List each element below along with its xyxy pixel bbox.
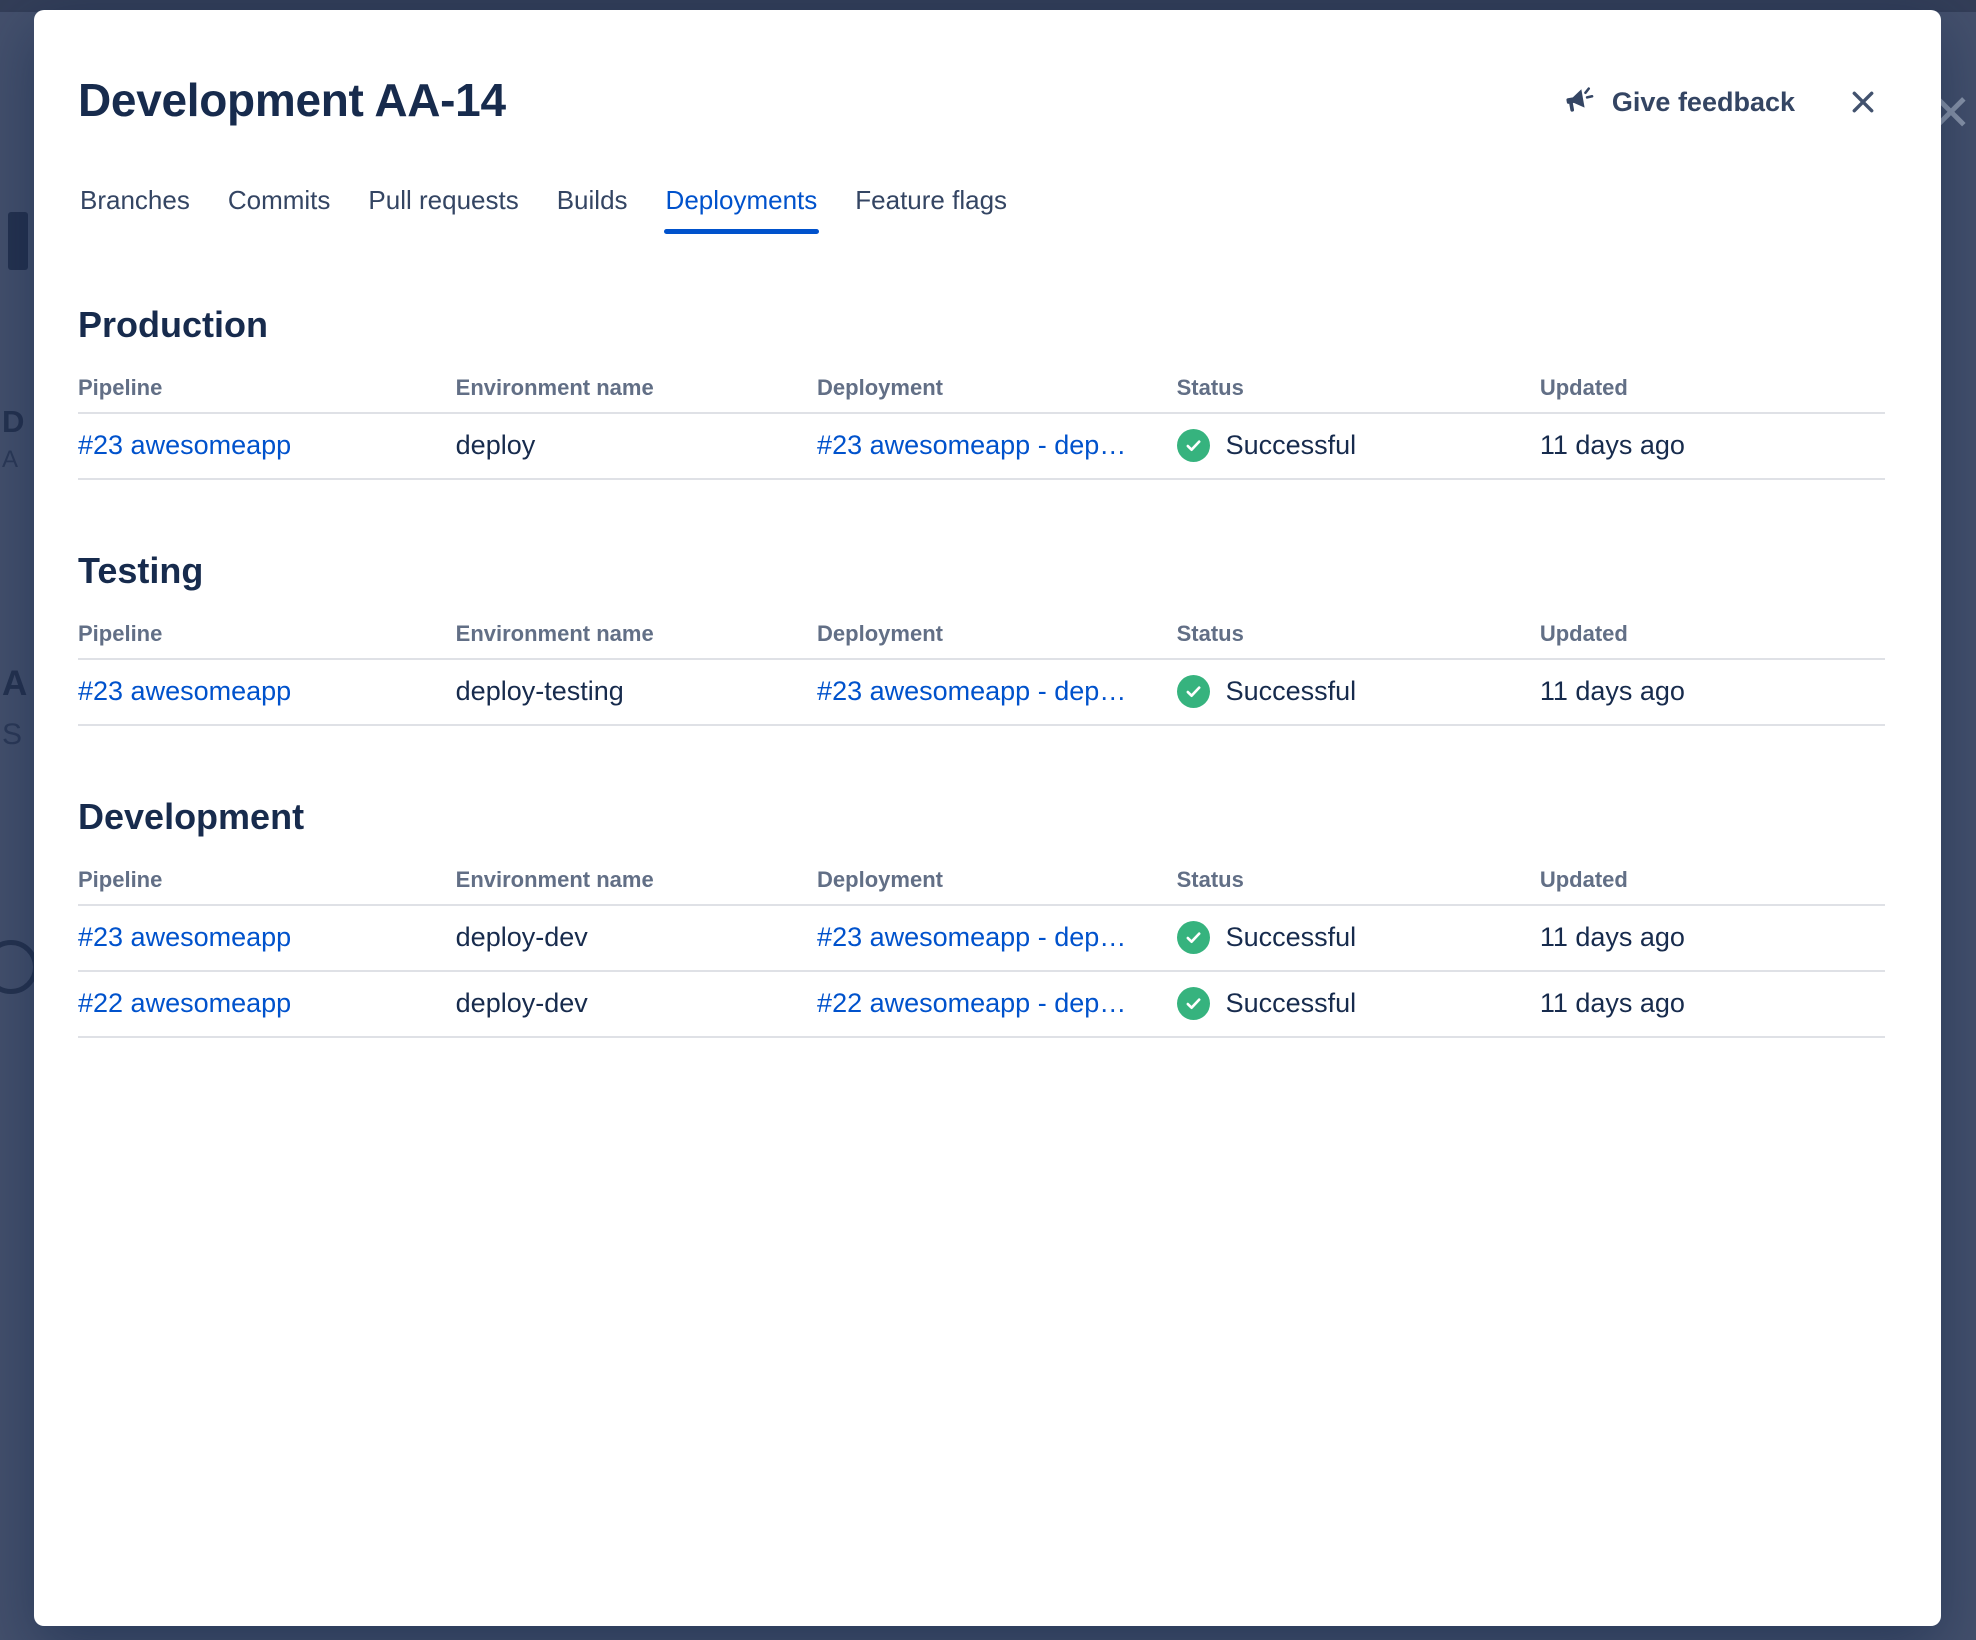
table-row: #23 awesomeapp deploy #23 awesomeapp - d… <box>78 414 1885 480</box>
close-button[interactable] <box>1841 80 1885 124</box>
deployment-link[interactable]: #23 awesomeapp - dep… <box>817 430 1127 462</box>
column-header-deployment: Deployment <box>817 620 943 646</box>
dialog-tabs: Branches Commits Pull requests Builds De… <box>78 185 1885 234</box>
background-page-fragment <box>8 212 28 270</box>
close-icon <box>1852 91 1874 113</box>
status-cell: Successful <box>1176 921 1540 955</box>
updated-value: 11 days ago <box>1539 430 1685 461</box>
pipeline-link[interactable]: #22 awesomeapp <box>78 988 291 1018</box>
table-header-row: Pipeline Environment name Deployment Sta… <box>78 364 1885 414</box>
updated-value: 11 days ago <box>1539 676 1685 707</box>
status-cell: Successful <box>1176 675 1540 709</box>
status-cell: Successful <box>1176 429 1540 463</box>
status-label: Successful <box>1225 430 1357 461</box>
background-avatar-fragment <box>0 940 38 994</box>
tab-branches[interactable]: Branches <box>78 185 192 234</box>
section-development: Development Pipeline Environment name De… <box>78 796 1885 1038</box>
column-header-status: Status <box>1176 620 1244 646</box>
deployment-link[interactable]: #23 awesomeapp - dep… <box>817 922 1127 954</box>
column-header-deployment: Deployment <box>817 374 943 400</box>
section-production: Production Pipeline Environment name Dep… <box>78 304 1885 480</box>
success-check-icon <box>1176 921 1210 955</box>
give-feedback-label: Give feedback <box>1611 86 1795 117</box>
tab-deployments[interactable]: Deployments <box>663 185 820 234</box>
column-header-updated: Updated <box>1539 374 1628 400</box>
section-title: Production <box>78 303 268 345</box>
updated-value: 11 days ago <box>1539 988 1685 1019</box>
success-check-icon <box>1176 429 1210 463</box>
column-header-status: Status <box>1176 374 1244 400</box>
environment-name: deploy-testing <box>455 676 624 707</box>
section-testing: Testing Pipeline Environment name Deploy… <box>78 550 1885 726</box>
section-title: Testing <box>78 549 204 591</box>
status-label: Successful <box>1225 988 1357 1019</box>
column-header-pipeline: Pipeline <box>78 374 163 400</box>
pipeline-link[interactable]: #23 awesomeapp <box>78 430 291 460</box>
tab-commits[interactable]: Commits <box>226 185 333 234</box>
environment-name: deploy-dev <box>455 922 588 953</box>
background-page-fragment: A <box>2 446 19 473</box>
table-row: #22 awesomeapp deploy-dev #22 awesomeapp… <box>78 972 1885 1038</box>
megaphone-icon <box>1562 85 1596 119</box>
success-check-icon <box>1176 987 1210 1021</box>
tab-pull-requests[interactable]: Pull requests <box>366 185 520 234</box>
environment-name: deploy <box>455 430 536 461</box>
status-label: Successful <box>1225 922 1357 953</box>
pipeline-link[interactable]: #23 awesomeapp <box>78 922 291 952</box>
column-header-pipeline: Pipeline <box>78 620 163 646</box>
background-page-fragment: D <box>2 404 25 439</box>
column-header-environment: Environment name <box>455 374 654 400</box>
dialog-header: Development AA-14 Give feedback <box>78 74 1885 127</box>
pipeline-link[interactable]: #23 awesomeapp <box>78 676 291 706</box>
table-row: #23 awesomeapp deploy-dev #23 awesomeapp… <box>78 906 1885 972</box>
background-page-fragment: A <box>2 664 28 703</box>
column-header-updated: Updated <box>1539 866 1628 892</box>
environment-name: deploy-dev <box>455 988 588 1019</box>
deployments-dialog: Development AA-14 Give feedback Branches… <box>34 10 1941 1626</box>
updated-value: 11 days ago <box>1539 922 1685 953</box>
table-row: #23 awesomeapp deploy-testing #23 awesom… <box>78 660 1885 726</box>
deployment-link[interactable]: #23 awesomeapp - dep… <box>817 676 1127 708</box>
table-header-row: Pipeline Environment name Deployment Sta… <box>78 856 1885 906</box>
tab-feature-flags[interactable]: Feature flags <box>853 185 1009 234</box>
column-header-pipeline: Pipeline <box>78 866 163 892</box>
tab-builds[interactable]: Builds <box>555 185 630 234</box>
page-title: Development AA-14 <box>78 74 506 126</box>
section-title: Development <box>78 795 305 837</box>
give-feedback-button[interactable]: Give feedback <box>1562 85 1795 119</box>
column-header-deployment: Deployment <box>817 866 943 892</box>
table-header-row: Pipeline Environment name Deployment Sta… <box>78 610 1885 660</box>
column-header-environment: Environment name <box>455 620 654 646</box>
status-label: Successful <box>1225 676 1357 707</box>
column-header-status: Status <box>1176 866 1244 892</box>
success-check-icon <box>1176 675 1210 709</box>
status-cell: Successful <box>1176 987 1540 1021</box>
deployment-link[interactable]: #22 awesomeapp - dep… <box>817 988 1127 1020</box>
column-header-updated: Updated <box>1539 620 1628 646</box>
column-header-environment: Environment name <box>455 866 654 892</box>
background-page-fragment: S <box>2 718 23 751</box>
header-actions: Give feedback <box>1562 80 1885 124</box>
